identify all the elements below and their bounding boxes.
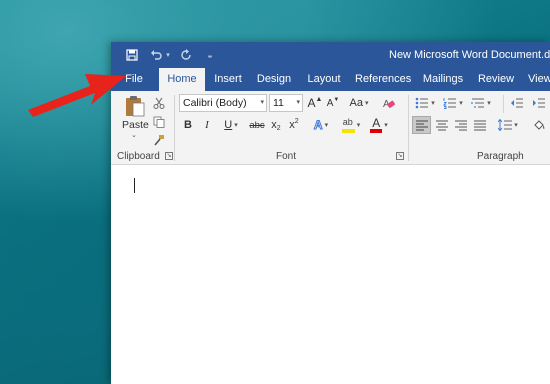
numbering-icon[interactable]: ▾ xyxy=(441,94,465,112)
shrink-font-button[interactable]: A ▼ xyxy=(325,94,341,112)
font-name-combobox[interactable]: Calibri (Body) ▾ xyxy=(179,94,267,112)
undo-icon[interactable] xyxy=(149,48,163,62)
clear-formatting-icon[interactable]: A xyxy=(381,94,397,112)
clipboard-launcher-icon[interactable]: ↘ xyxy=(165,152,173,160)
copy-icon[interactable] xyxy=(152,113,166,131)
chevron-down-icon: ⌄ xyxy=(131,132,137,139)
highlighter-icon: ab xyxy=(341,117,355,133)
tab-design[interactable]: Design xyxy=(254,68,294,91)
font-size-combobox[interactable]: 11 ▾ xyxy=(269,94,303,112)
undo-dropdown-icon[interactable]: ▾ xyxy=(164,48,172,62)
customize-toolbar-icon[interactable]: ₌ xyxy=(205,48,215,62)
multilevel-list-icon[interactable]: ▾ xyxy=(469,94,493,112)
align-left-button[interactable] xyxy=(412,116,431,134)
format-painter-icon[interactable] xyxy=(152,131,166,149)
clipboard-icon xyxy=(125,95,145,122)
paste-button[interactable]: Paste ⌄ xyxy=(119,95,149,141)
increase-indent-icon[interactable] xyxy=(531,94,547,112)
font-color-button[interactable]: A ▾ xyxy=(367,116,391,134)
title-bar: ▾ ₌ New Microsoft Word Document.docx xyxy=(111,42,550,68)
tab-layout[interactable]: Layout xyxy=(305,68,343,91)
tab-references[interactable]: References xyxy=(355,68,411,91)
group-divider xyxy=(503,95,504,113)
cut-icon[interactable] xyxy=(152,94,166,112)
ribbon-tabs: File Home Insert Design Layout Reference… xyxy=(111,68,550,91)
tab-review[interactable]: Review xyxy=(477,68,515,91)
justify-button[interactable] xyxy=(471,116,489,134)
group-divider xyxy=(174,95,175,161)
tab-home[interactable]: Home xyxy=(159,68,205,91)
strikethrough-button[interactable]: abc xyxy=(247,116,267,134)
chevron-down-icon: ▾ xyxy=(260,99,264,106)
tab-insert[interactable]: Insert xyxy=(211,68,245,91)
underline-button[interactable]: U ▾ xyxy=(219,116,243,134)
tab-mailings[interactable]: Mailings xyxy=(420,68,466,91)
font-launcher-icon[interactable]: ↘ xyxy=(396,152,404,160)
superscript-button[interactable]: x2 xyxy=(287,116,301,134)
decrease-indent-icon[interactable] xyxy=(509,94,525,112)
text-cursor xyxy=(134,178,135,193)
redo-icon[interactable] xyxy=(179,48,193,62)
document-body[interactable] xyxy=(111,165,550,384)
align-center-button[interactable] xyxy=(433,116,451,134)
text-effects-button[interactable]: A ▾ xyxy=(309,116,333,134)
group-divider xyxy=(408,95,409,161)
clipboard-group-label: Clipboard xyxy=(117,151,160,162)
italic-button[interactable]: I xyxy=(200,116,214,134)
grow-font-button[interactable]: A ▲ xyxy=(307,94,323,112)
highlight-color-button[interactable]: ab ▾ xyxy=(339,116,363,134)
font-color-bar xyxy=(370,129,383,133)
bold-button[interactable]: B xyxy=(181,116,195,134)
subscript-button[interactable]: x2 xyxy=(269,116,283,134)
tab-view[interactable]: View xyxy=(528,68,550,91)
ribbon-home: Paste ⌄ Clipboard ↘ Calibri (Body) ▾ 11 … xyxy=(111,91,550,165)
shading-icon[interactable] xyxy=(529,116,549,134)
font-name-value: Calibri (Body) xyxy=(183,97,247,109)
align-right-button[interactable] xyxy=(452,116,470,134)
document-title: New Microsoft Word Document.docx xyxy=(389,49,550,61)
paragraph-group-label: Paragraph xyxy=(477,151,524,162)
font-size-value: 11 xyxy=(273,97,284,109)
font-group-label: Font xyxy=(276,151,297,162)
tab-file[interactable]: File xyxy=(117,68,151,91)
word-window: ▾ ₌ New Microsoft Word Document.docx Fil… xyxy=(111,42,550,384)
save-icon[interactable] xyxy=(125,48,139,62)
paste-label: Paste xyxy=(122,119,149,131)
chevron-down-icon: ▾ xyxy=(296,99,300,106)
line-spacing-button[interactable]: ▾ xyxy=(495,116,521,134)
change-case-button[interactable]: Aa ▾ xyxy=(347,94,371,112)
bullets-icon[interactable]: ▾ xyxy=(413,94,437,112)
